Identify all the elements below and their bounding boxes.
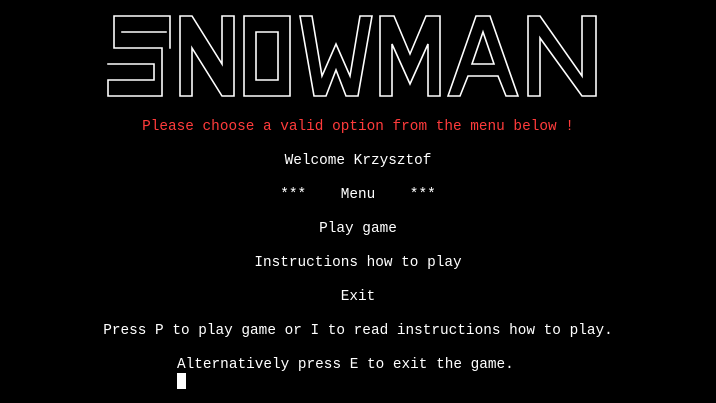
menu-option-exit: Exit [340, 289, 376, 305]
banner-letter-a [446, 15, 520, 97]
banner-letter-n2 [527, 15, 597, 97]
banner-letter-o [243, 15, 291, 97]
welcome-text: Welcome Krzysztof [284, 153, 432, 169]
menu-option-play-game: Play game [319, 221, 397, 237]
snowman-ascii-banner [104, 4, 604, 106]
terminal-window[interactable]: Please choose a valid option from the me… [0, 0, 716, 403]
input-prompt-line-2: Alternatively press E to exit the game. [177, 357, 514, 373]
input-prompt-line-1: Press P to play game or I to read instru… [103, 323, 613, 339]
menu-title: *** Menu *** [280, 187, 436, 203]
banner-letter-s [107, 15, 171, 97]
menu-option-instructions: Instructions how to play [254, 255, 462, 271]
text-cursor[interactable] [177, 373, 186, 389]
banner-letter-w [299, 15, 373, 97]
banner-art [107, 15, 597, 97]
banner-letter-m [379, 15, 441, 97]
banner-letter-n [179, 15, 235, 97]
error-message: Please choose a valid option from the me… [142, 119, 574, 135]
